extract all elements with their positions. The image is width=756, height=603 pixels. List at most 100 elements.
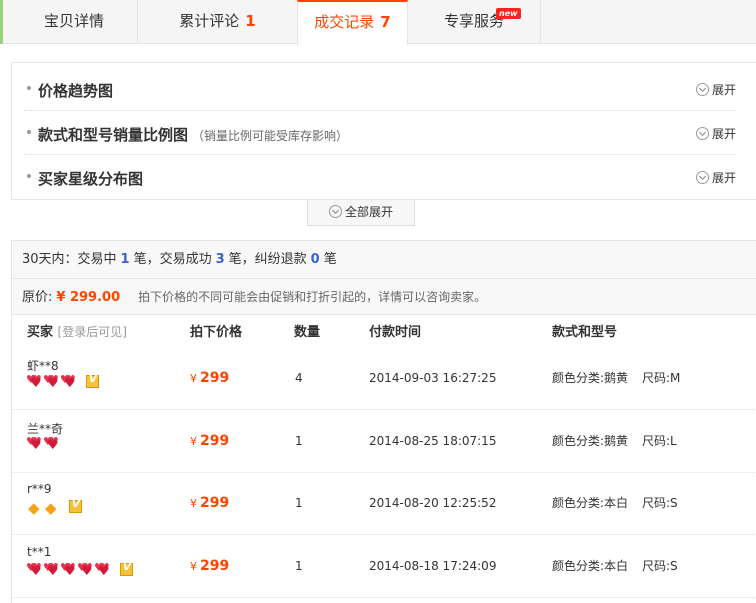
tab-label: 宝贝详情	[43, 12, 104, 30]
heart-icon	[43, 435, 60, 453]
summary-text: 笔，交易成功	[133, 252, 212, 267]
summary-text: 笔，纠纷退款	[228, 252, 307, 267]
col-header-buyer: 买家 [登录后可见]	[27, 321, 127, 340]
charts-panel: 价格趋势图 展开 款式和型号销量比例图 （销量比例可能受库存影响） 展开 买家星级…	[11, 62, 756, 200]
summary-text: 30天内：交易中	[22, 252, 117, 267]
bid-price: ¥299	[190, 472, 229, 535]
price-tip: 拍下价格的不同可能会由促销和打折引起的，详情可以咨询卖家。	[138, 290, 487, 304]
original-price-label: 原价:	[22, 290, 53, 305]
diamond-icon	[27, 499, 43, 517]
tab-label: 专享服务	[443, 12, 504, 30]
original-price-bar: 原价: ¥ 299.00 拍下价格的不同可能会由促销和打折引起的，详情可以咨询卖家。	[12, 279, 756, 315]
chart-title-text: 买家星级分布图	[38, 170, 144, 188]
col-header-price: 拍下价格	[190, 325, 243, 340]
heart-icon	[94, 561, 111, 579]
chart-row-buyer-level: 买家星级分布图 展开	[24, 155, 736, 199]
buyer-name: 虾**8	[27, 359, 59, 373]
chart-title-text: 价格趋势图	[38, 82, 114, 100]
price-value: 299	[200, 495, 230, 511]
success-count: 3	[215, 252, 225, 267]
expand-button[interactable]: 展开	[695, 81, 736, 98]
quantity: 1	[295, 433, 303, 448]
buyer-level	[26, 561, 133, 579]
new-badge: new	[496, 8, 521, 19]
spec-size: 尺码:L	[642, 433, 677, 448]
heart-icon	[26, 561, 43, 579]
transaction-records: 30天内：交易中 1 笔，交易成功 3 笔，纠纷退款 0 笔 原价: ¥ 299.00 拍下价格…	[11, 240, 756, 603]
pay-time: 2014-08-25 18:07:15	[369, 433, 497, 448]
buyer-name: r**9	[27, 482, 52, 496]
table-row: r**9 ¥299 1 2014-08-20 12:25:52 颜色分类:本白尺码:S	[12, 472, 756, 535]
tab-label: 成交记录	[314, 13, 375, 31]
tab-transactions[interactable]: 成交记录 7	[297, 0, 408, 45]
price-value: 299	[200, 557, 230, 574]
heart-icon	[77, 561, 94, 579]
heart-icon	[60, 561, 77, 579]
heart-icon	[26, 373, 43, 391]
pay-time: 2014-08-18 17:24:09	[369, 558, 497, 573]
buyer-level	[27, 499, 82, 517]
bid-price: ¥299	[190, 347, 229, 410]
chart-note: （销量比例可能受库存影响）	[192, 129, 349, 143]
expand-all-label: 全部展开	[344, 205, 393, 219]
expand-button[interactable]: 展开	[695, 169, 736, 186]
price-value: 299	[200, 370, 230, 386]
bid-price: ¥299	[190, 410, 229, 473]
yen-symbol: ¥	[190, 559, 197, 573]
spec-color: 颜色分类:鹅黄	[552, 433, 629, 448]
trading-count: 1	[120, 252, 130, 267]
tab-reviews[interactable]: 累计评论 1	[138, 0, 298, 44]
bullet-dot	[27, 86, 31, 90]
expand-label: 展开	[711, 127, 736, 141]
chart-title: 价格趋势图	[38, 80, 113, 101]
chevron-down-icon	[695, 171, 709, 184]
tab-bar-edge	[0, 0, 11, 44]
bid-price: ¥299	[190, 535, 229, 598]
spec-size: 尺码:M	[642, 371, 681, 385]
vip-badge-icon	[86, 374, 99, 388]
tab-count: 7	[380, 13, 391, 31]
price-value: 299	[200, 432, 230, 449]
pay-time: 2014-08-20 12:25:52	[369, 496, 497, 510]
tab-services[interactable]: 专享服务	[408, 0, 541, 44]
quantity: 1	[295, 558, 303, 573]
buyer-name: t**1	[27, 544, 52, 559]
heart-icon	[43, 561, 60, 579]
expand-all-button[interactable]: 全部展开	[307, 200, 415, 226]
table-row: 虾**8 ¥299 4 2014-09-03 16:27:25 颜色分类:鹅黄尺码:M	[12, 347, 756, 410]
chart-title: 买家星级分布图	[38, 168, 143, 189]
pay-time: 2014-09-03 16:27:25	[369, 371, 497, 385]
chevron-down-icon	[328, 205, 342, 218]
expand-button[interactable]: 展开	[695, 125, 736, 142]
spec-size: 尺码:S	[642, 558, 678, 573]
tab-item-details[interactable]: 宝贝详情	[11, 0, 138, 44]
spec-color: 颜色分类:鹅黄	[552, 371, 629, 385]
table-row: t**1 ¥299 1 2014-08-18 17:24:09 颜色分类:本白尺码:S	[12, 535, 756, 598]
spec-color: 颜色分类:本白	[552, 558, 629, 573]
expand-label: 展开	[711, 83, 736, 97]
original-price-value: ¥ 299.00	[56, 290, 121, 305]
chart-row-style-ratio: 款式和型号销量比例图 （销量比例可能受库存影响） 展开	[24, 111, 736, 155]
buyer-level	[26, 435, 61, 454]
chart-row-price-trend: 价格趋势图 展开	[24, 67, 736, 111]
col-header-spec: 款式和型号	[552, 325, 618, 340]
refund-count: 0	[310, 252, 320, 267]
login-hint[interactable]: [登录后可见]	[58, 325, 127, 339]
buyer-level	[26, 373, 99, 391]
chevron-down-icon	[695, 83, 709, 96]
quantity: 4	[295, 371, 303, 385]
vip-badge-icon	[69, 499, 82, 513]
chevron-down-icon	[695, 127, 709, 140]
yen-symbol: ¥	[190, 497, 197, 510]
chart-title: 款式和型号销量比例图 （销量比例可能受库存影响）	[38, 124, 348, 145]
chart-title-text: 款式和型号销量比例图	[38, 126, 189, 144]
heart-icon	[60, 373, 77, 391]
diamond-icon	[44, 499, 60, 517]
summary-bar: 30天内：交易中 1 笔，交易成功 3 笔，纠纷退款 0 笔	[12, 241, 756, 279]
tab-bar: 宝贝详情 累计评论 1 成交记录 7 专享服务 new	[0, 0, 756, 45]
quantity: 1	[295, 496, 303, 510]
bullet-dot	[27, 174, 31, 178]
table-row: 兰**奇¥29912014-08-25 18:07:15颜色分类:鹅黄尺码:L	[12, 410, 756, 473]
bullet-dot	[27, 130, 31, 134]
heart-icon	[26, 435, 43, 453]
